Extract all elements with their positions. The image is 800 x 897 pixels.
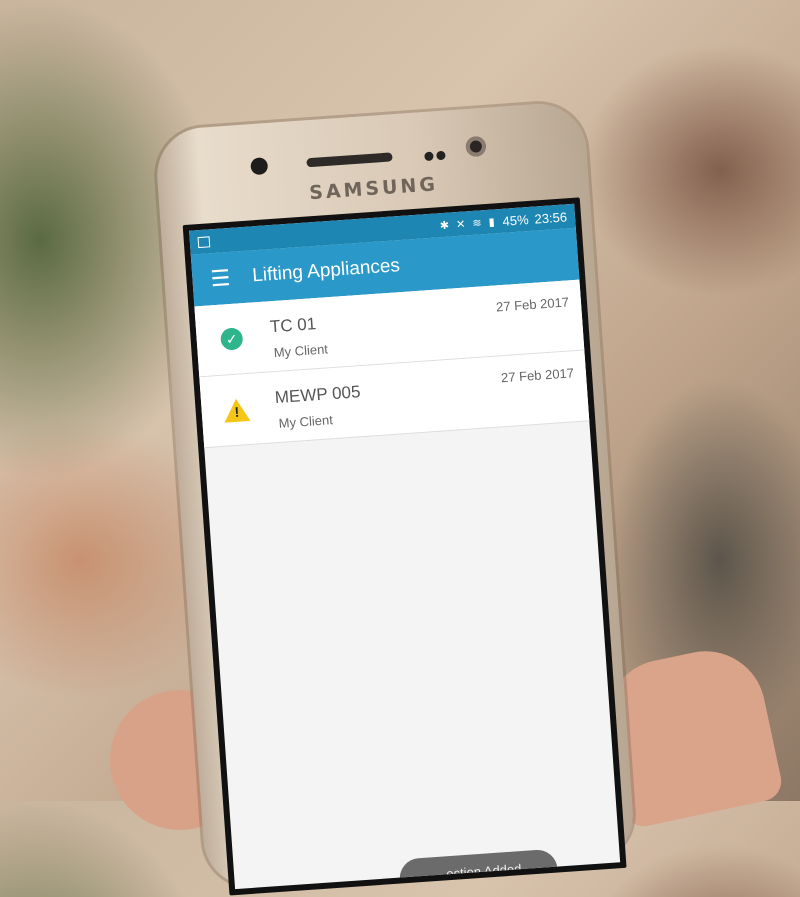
appliance-list: ✓ TC 01 My Client 27 Feb 2017 ! MEWP 005… [194, 279, 590, 449]
proximity-sensors [424, 146, 455, 162]
clock: 23:56 [533, 208, 568, 227]
battery-level: 45% [502, 211, 530, 229]
check-circle-icon: ✓ [218, 325, 246, 353]
status-icons: ✱ ✕ ≋ ▮ [439, 215, 498, 232]
appliance-date: 27 Feb 2017 [500, 365, 575, 386]
appliance-name: MEWP 005 [274, 382, 362, 408]
appliance-name: TC 01 [269, 314, 317, 337]
smartphone: SAMSUNG ✱ ✕ ≋ ▮ 45% 23:56 ☰ Lifting Appl… [154, 100, 636, 896]
appliance-client: My Client [273, 341, 329, 361]
appliance-date: 27 Feb 2017 [495, 294, 570, 315]
gallery-notification-icon [197, 236, 211, 249]
appliance-client: My Client [278, 412, 334, 431]
toast-message: ...ection Added [398, 848, 559, 896]
phone-screen: ✱ ✕ ≋ ▮ 45% 23:56 ☰ Lifting Appliances ✓… [182, 197, 627, 896]
camera-lens-icon [465, 135, 487, 158]
page-title: Lifting Appliances [251, 255, 401, 287]
photo-background: SAMSUNG ✱ ✕ ≋ ▮ 45% 23:56 ☰ Lifting Appl… [0, 0, 800, 896]
earpiece-speaker [306, 152, 393, 168]
front-camera-icon [250, 157, 269, 176]
warning-icon: ! [222, 396, 251, 424]
hamburger-icon[interactable]: ☰ [191, 251, 250, 307]
